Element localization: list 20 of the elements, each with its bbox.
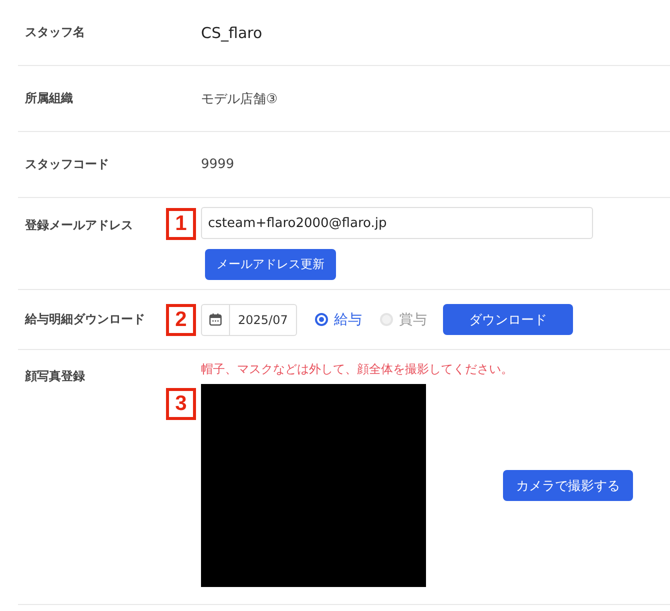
- field-label: 所属組織: [25, 90, 74, 107]
- field-label: スタッフ名: [25, 24, 86, 41]
- number-marker: 3: [166, 388, 196, 420]
- month-picker[interactable]: 2025/07: [201, 304, 297, 336]
- field-label: スタッフコード: [25, 156, 110, 173]
- field-value: 9999: [201, 157, 236, 172]
- field-label: 顔写真登録: [25, 368, 86, 385]
- update-email-button[interactable]: メールアドレス更新: [205, 249, 336, 280]
- field-label: 給与明細ダウンロード: [25, 311, 146, 328]
- radio-option[interactable]: 給与: [314, 310, 362, 328]
- field-value: モデル店舗③: [201, 90, 279, 108]
- camera-button[interactable]: カメラで撮影する: [503, 470, 633, 501]
- download-button[interactable]: ダウンロード: [442, 304, 573, 335]
- email-field[interactable]: csteam+flaro2000@flaro.jp: [201, 207, 593, 239]
- number-marker: 1: [166, 208, 196, 240]
- field-value: CS_flaro: [201, 24, 264, 42]
- notice-text: 帽子、マスクなどは外して、顔全体を撮影してください。: [201, 361, 514, 378]
- field-label: 登録メールアドレス: [25, 217, 134, 234]
- number-marker: 2: [166, 304, 196, 336]
- calendar-icon: [209, 313, 222, 326]
